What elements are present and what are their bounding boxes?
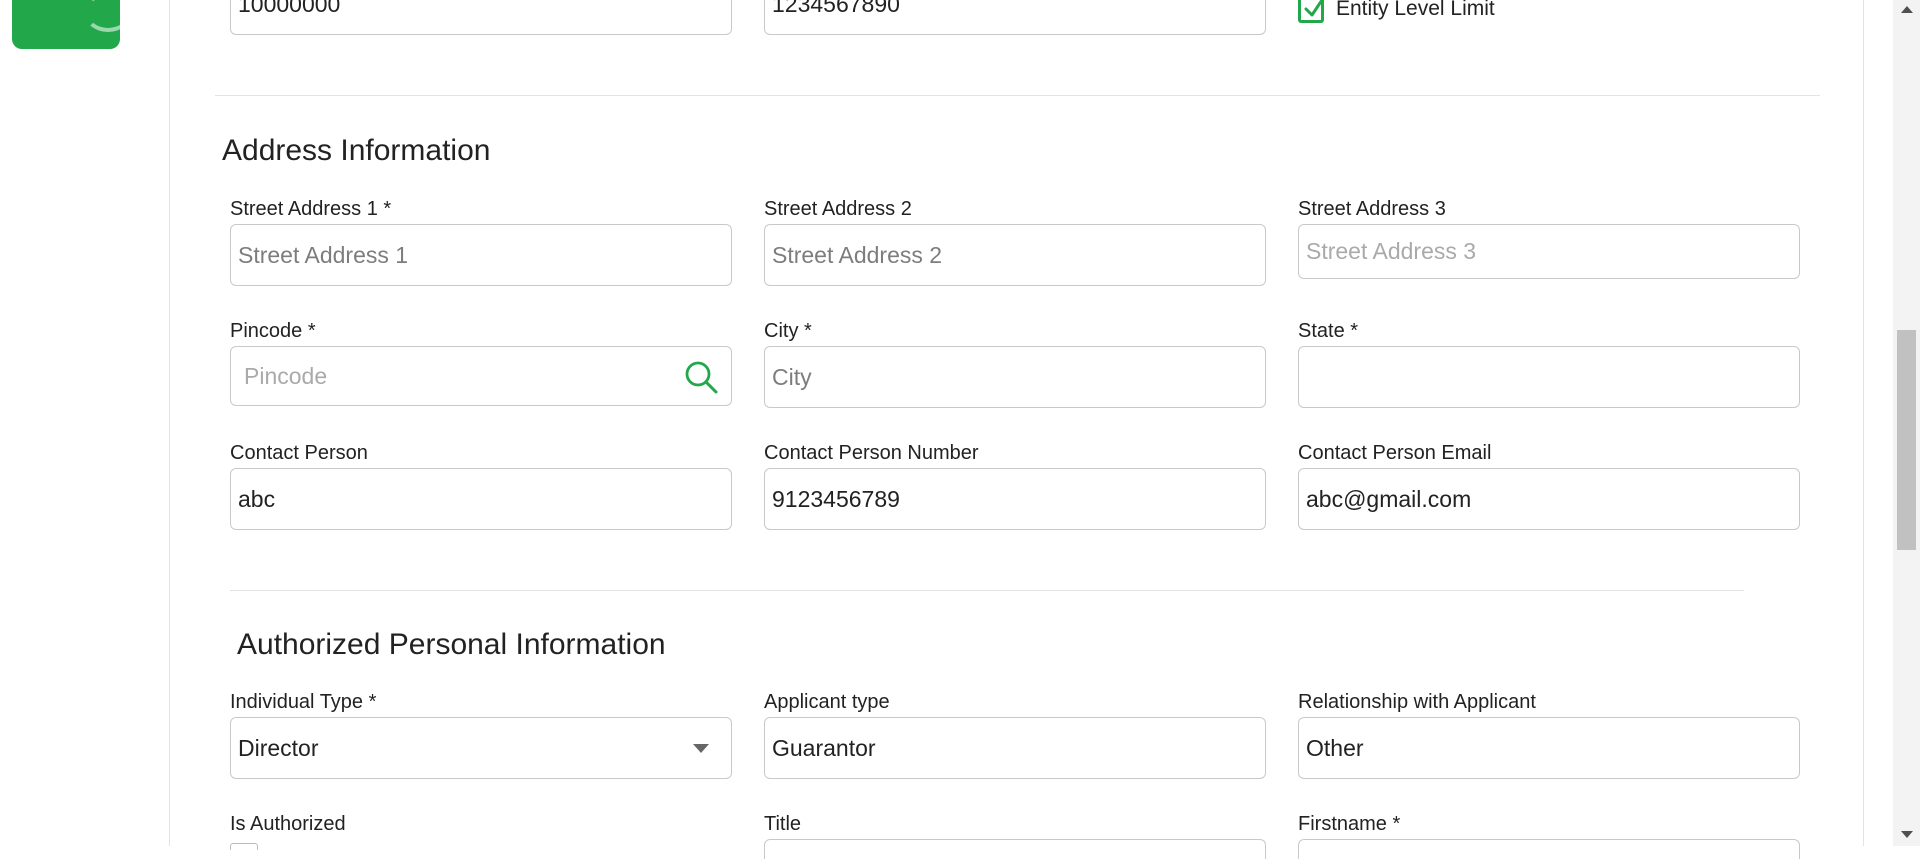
city-placeholder: City	[772, 363, 812, 390]
street-address-3-input[interactable]: Street Address 3	[1298, 224, 1800, 279]
is-authorized-label: Is Authorized	[230, 813, 346, 835]
is-authorized-checkbox[interactable]	[230, 843, 258, 850]
title-input[interactable]	[764, 839, 1266, 859]
address-section-title: Address Information	[222, 134, 491, 167]
sidebar-action-button[interactable]	[12, 0, 132, 49]
state-label: State *	[1298, 320, 1359, 342]
relationship-label: Relationship with Applicant	[1298, 691, 1536, 713]
relationship-input[interactable]: Other	[1298, 717, 1800, 779]
entity-level-limit-checkbox[interactable]	[1298, 0, 1324, 23]
individual-type-select[interactable]: Director	[230, 717, 732, 779]
firstname-input[interactable]	[1298, 839, 1800, 859]
street-address-2-input[interactable]: Street Address 2	[764, 224, 1266, 286]
contact-person-value: abc	[238, 485, 276, 512]
limit-amount-input[interactable]: 10000000	[230, 0, 732, 35]
limit-amount-value: 10000000	[238, 0, 341, 17]
individual-type-value: Director	[238, 734, 319, 761]
scrollbar-thumb[interactable]	[1897, 330, 1916, 550]
contact-person-email-value: abc@gmail.com	[1306, 485, 1472, 512]
street-address-3-label: Street Address 3	[1298, 198, 1446, 220]
contact-person-email-label: Contact Person Email	[1298, 442, 1492, 464]
state-input[interactable]	[1298, 346, 1800, 408]
contact-person-label: Contact Person	[230, 442, 368, 464]
applicant-type-input[interactable]: Guarantor	[764, 717, 1266, 779]
scroll-down-icon[interactable]	[1901, 831, 1913, 838]
content-right-border	[1863, 0, 1864, 846]
city-label: City *	[764, 320, 812, 342]
relationship-value: Other	[1306, 734, 1364, 761]
pincode-label: Pincode *	[230, 320, 316, 342]
applicant-type-label: Applicant type	[764, 691, 890, 713]
pincode-placeholder: Pincode	[244, 362, 328, 389]
pincode-input[interactable]: Pincode	[230, 346, 732, 406]
section-divider	[215, 95, 1820, 96]
street-address-3-placeholder: Street Address 3	[1306, 238, 1477, 264]
individual-type-label: Individual Type *	[230, 691, 377, 713]
street-address-2-placeholder: Street Address 2	[772, 241, 943, 268]
contact-person-number-input[interactable]: 9123456789	[764, 468, 1266, 530]
street-address-1-label: Street Address 1 *	[230, 198, 392, 220]
scroll-up-icon[interactable]	[1901, 6, 1913, 13]
chevron-down-icon	[693, 744, 709, 753]
refresh-icon	[84, 0, 132, 32]
city-input[interactable]: City	[764, 346, 1266, 408]
search-icon[interactable]	[683, 359, 719, 395]
street-address-2-label: Street Address 2	[764, 198, 912, 220]
contact-person-email-input[interactable]: abc@gmail.com	[1298, 468, 1800, 530]
street-address-1-placeholder: Street Address 1	[238, 241, 409, 268]
authorized-section-title: Authorized Personal Information	[237, 628, 666, 661]
contact-person-number-value: 9123456789	[772, 485, 900, 512]
street-address-1-input[interactable]: Street Address 1	[230, 224, 732, 286]
applicant-type-value: Guarantor	[772, 734, 876, 761]
firstname-label: Firstname *	[1298, 813, 1401, 835]
content-left-border	[169, 0, 170, 846]
section-divider	[230, 590, 1744, 591]
contact-person-number-label: Contact Person Number	[764, 442, 979, 464]
entity-level-limit-label: Entity Level Limit	[1336, 0, 1495, 20]
reference-number-value: 1234567890	[772, 0, 900, 17]
title-label: Title	[764, 813, 802, 835]
reference-number-input[interactable]: 1234567890	[764, 0, 1266, 35]
contact-person-input[interactable]: abc	[230, 468, 732, 530]
check-icon	[1304, 0, 1324, 17]
